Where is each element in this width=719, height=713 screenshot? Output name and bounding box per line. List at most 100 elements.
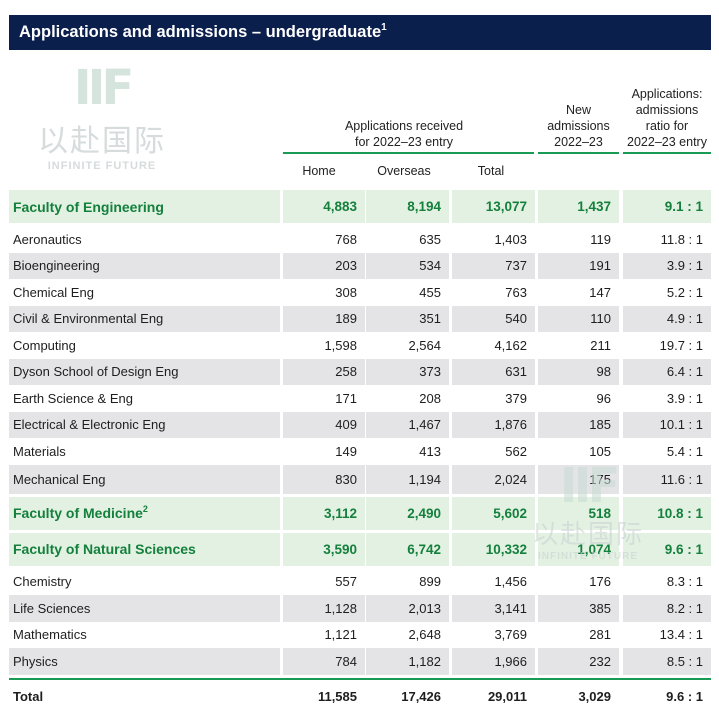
cell-overseas: 413 xyxy=(419,443,441,459)
cell-new: 211 xyxy=(590,337,611,353)
cell-total: 3,141 xyxy=(452,595,535,622)
cell-ratio: 4.9 : 1 xyxy=(623,305,711,332)
cell-home: 189 xyxy=(283,305,365,332)
cell-ratio: 9.6 : 1 xyxy=(666,688,703,704)
table-row-faculty: Faculty of Natural Sciences 3,590 6,742 … xyxy=(9,532,711,566)
cell-home: 409 xyxy=(283,411,365,438)
header-total: Total xyxy=(477,164,505,178)
watermark-chinese-text: 以赴国际 xyxy=(38,124,166,159)
cell-new: 96 xyxy=(596,390,611,406)
header-ratio-line3: ratio for xyxy=(645,119,689,133)
header-applications-group: Applications received for 2022–23 entry xyxy=(283,118,525,150)
cell-ratio: 9.6 : 1 xyxy=(623,532,711,566)
table-row: Chemical Eng 308 455 763 147 5.2 : 1 xyxy=(9,279,711,306)
row-name: Electrical & Electronic Eng xyxy=(9,411,280,438)
cell-home: 1,598 xyxy=(324,337,357,353)
row-name: Physics xyxy=(9,648,280,675)
cell-overseas: 455 xyxy=(419,284,441,300)
table-title-text: Applications and admissions – undergradu… xyxy=(19,23,382,41)
cell-overseas: 534 xyxy=(366,252,449,279)
cell-new: 147 xyxy=(589,284,611,300)
table-row: Aeronautics 768 635 1,403 119 11.8 : 1 xyxy=(9,226,711,253)
cell-overseas: 899 xyxy=(419,574,441,590)
cell-home: 203 xyxy=(283,252,365,279)
cell-home: 4,883 xyxy=(283,190,365,223)
cell-total: 763 xyxy=(505,284,527,300)
table-row-faculty: Faculty of Medicine 2 3,112 2,490 5,602 5… xyxy=(9,496,711,530)
row-name: Aeronautics xyxy=(13,231,82,247)
header-ratio-line2: admissions xyxy=(635,103,699,117)
cell-overseas: 2,648 xyxy=(408,627,441,643)
table-row-total: Total 11,585 17,426 29,011 3,029 9.6 : 1 xyxy=(9,680,711,713)
cell-home: 1,128 xyxy=(283,595,365,622)
row-name: Faculty of Engineering xyxy=(9,190,280,223)
cell-total: 1,456 xyxy=(494,574,527,590)
cell-overseas: 2,013 xyxy=(366,595,449,622)
header-rule-ratio xyxy=(623,152,711,154)
row-name: Total xyxy=(13,688,44,704)
cell-total: 631 xyxy=(452,358,535,385)
cell-new: 385 xyxy=(538,595,619,622)
cell-total: 3,769 xyxy=(494,627,527,643)
cell-new: 110 xyxy=(538,305,619,332)
watermark-logo-mark: IIF xyxy=(73,60,135,116)
row-name: Chemistry xyxy=(13,574,72,590)
row-name: Life Sciences xyxy=(9,595,280,622)
header-rule-applications xyxy=(283,152,534,154)
cell-overseas: 2,490 xyxy=(366,496,449,530)
cell-ratio: 5.2 : 1 xyxy=(666,284,703,300)
admissions-table: Faculty of Engineering 4,883 8,194 13,07… xyxy=(9,190,711,713)
cell-overseas: 2,564 xyxy=(408,337,441,353)
header-applications-line1: Applications received xyxy=(344,119,464,133)
cell-total: 5,602 xyxy=(452,496,535,530)
cell-overseas: 17,426 xyxy=(401,688,441,704)
row-name: Chemical Eng xyxy=(13,284,94,300)
cell-new: 105 xyxy=(589,443,611,459)
header-new-admissions: New admissions 2022–23 xyxy=(538,102,619,150)
header-ratio-line4: 2022–23 entry xyxy=(627,135,707,149)
cell-home: 768 xyxy=(335,231,357,247)
cell-overseas: 635 xyxy=(419,231,441,247)
cell-ratio: 8.5 : 1 xyxy=(623,648,711,675)
cell-home: 3,112 xyxy=(283,496,365,530)
table-row: Computing 1,598 2,564 4,162 211 19.7 : 1 xyxy=(9,332,711,359)
row-name: Computing xyxy=(13,337,76,353)
cell-overseas: 208 xyxy=(419,390,441,406)
cell-total: 540 xyxy=(452,305,535,332)
table-row: Chemistry 557 899 1,456 176 8.3 : 1 xyxy=(9,569,711,596)
cell-ratio: 10.8 : 1 xyxy=(623,496,711,530)
cell-new: 1,437 xyxy=(538,190,619,223)
row-name: Dyson School of Design Eng xyxy=(9,358,280,385)
cell-ratio: 9.1 : 1 xyxy=(623,190,711,223)
cell-ratio: 11.8 : 1 xyxy=(660,231,703,247)
cell-ratio: 10.1 : 1 xyxy=(623,411,711,438)
cell-ratio: 19.7 : 1 xyxy=(659,337,703,353)
cell-new: 518 xyxy=(538,496,619,530)
cell-home: 784 xyxy=(283,648,365,675)
cell-new: 281 xyxy=(589,627,611,643)
row-name: Bioengineering xyxy=(9,252,280,279)
cell-new: 232 xyxy=(538,648,619,675)
cell-total: 29,011 xyxy=(487,688,527,704)
header-ratio: Applications: admissions ratio for 2022–… xyxy=(623,86,711,150)
table-row-faculty: Faculty of Engineering 4,883 8,194 13,07… xyxy=(9,190,711,223)
cell-new: 176 xyxy=(589,574,611,590)
cell-new: 3,029 xyxy=(578,688,611,704)
cell-total: 13,077 xyxy=(452,190,535,223)
header-new-line3: 2022–23 xyxy=(554,135,603,149)
table-row: Bioengineering 203 534 737 191 3.9 : 1 xyxy=(9,252,711,279)
header-overseas: Overseas xyxy=(377,164,431,178)
cell-ratio: 13.4 : 1 xyxy=(659,627,703,643)
cell-home: 1,121 xyxy=(324,627,357,643)
cell-overseas: 6,742 xyxy=(366,532,449,566)
cell-new: 185 xyxy=(538,411,619,438)
cell-overseas: 1,182 xyxy=(366,648,449,675)
cell-home: 3,590 xyxy=(283,532,365,566)
footnote-marker: 2 xyxy=(142,504,148,514)
cell-overseas: 8,194 xyxy=(366,190,449,223)
cell-home: 830 xyxy=(283,464,365,494)
cell-home: 11,585 xyxy=(317,688,357,704)
cell-total: 1,876 xyxy=(452,411,535,438)
cell-overseas: 1,467 xyxy=(366,411,449,438)
cell-overseas: 1,194 xyxy=(366,464,449,494)
